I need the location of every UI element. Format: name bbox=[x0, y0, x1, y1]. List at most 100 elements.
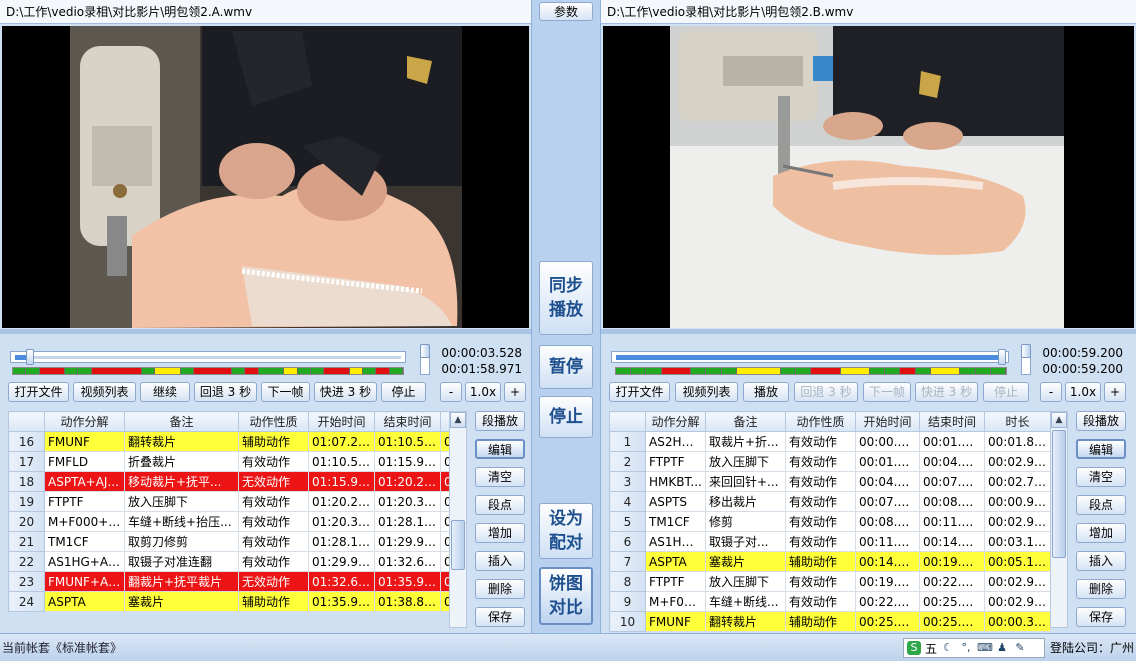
row-index[interactable]: 24 bbox=[8, 591, 45, 612]
row-index[interactable]: 22 bbox=[8, 551, 45, 572]
set-pair-button[interactable]: 设为 配对 bbox=[539, 503, 593, 559]
right-rewind-button[interactable]: 回退 3 秒 bbox=[794, 382, 858, 402]
scroll-thumb[interactable] bbox=[1052, 430, 1066, 558]
action-note[interactable]: 取剪刀修剪 bbox=[124, 531, 239, 552]
start-time[interactable]: 00:25.459 bbox=[855, 611, 920, 632]
left-next-frame-button[interactable]: 下一帧 bbox=[261, 382, 310, 402]
duration[interactable]: 00:01.853 bbox=[984, 431, 1051, 452]
end-time[interactable]: 01:10.511 bbox=[374, 431, 441, 452]
end-time[interactable]: 01:20.387 bbox=[374, 491, 441, 512]
row-index[interactable]: 20 bbox=[8, 511, 45, 532]
start-time[interactable]: 00:01.853 bbox=[855, 451, 920, 472]
action-note[interactable]: 放入压脚下 bbox=[705, 451, 786, 472]
row-index[interactable]: 21 bbox=[8, 531, 45, 552]
right-next-frame-button[interactable]: 下一帧 bbox=[863, 382, 911, 402]
start-time[interactable]: 01:20.387 bbox=[308, 511, 375, 532]
row-index[interactable]: 23 bbox=[8, 571, 45, 592]
end-time[interactable]: 00:19.595 bbox=[919, 551, 985, 572]
table-row[interactable]: 5 TM1CF 修剪 有效动作 00:08.420 00:11.332 00:02.912 bbox=[609, 511, 1051, 532]
action-note[interactable]: 车缝+断线... bbox=[705, 591, 786, 612]
duration[interactable]: 00:00.911 bbox=[984, 491, 1051, 512]
table-row[interactable]: 10 FMUNF 翻转裁片 辅助动作 00:25.459 00:25.821 00:00.3… bbox=[609, 611, 1051, 632]
left-segment-point-button[interactable]: 段点 bbox=[475, 495, 525, 515]
start-time[interactable]: 00:08.420 bbox=[855, 511, 920, 532]
action-note[interactable]: 取镊子对准连翻 bbox=[124, 551, 239, 572]
left-clear-button[interactable]: 清空 bbox=[475, 467, 525, 487]
left-delete-button[interactable]: 删除 bbox=[475, 579, 525, 599]
table-row[interactable]: 20 M+F000+A... 车缝+断线+抬压... 有效动作 01:20.387 01:… bbox=[8, 511, 450, 532]
start-time[interactable]: 00:07.509 bbox=[855, 491, 920, 512]
duration[interactable]: 00:00.362 bbox=[984, 611, 1051, 632]
table-row[interactable]: 3 HMKBT... 来回回针+... 有效动作 00:04.767 00:07.509 0… bbox=[609, 471, 1051, 492]
action-type[interactable]: 有效动作 bbox=[785, 451, 856, 472]
scroll-thumb[interactable] bbox=[451, 520, 465, 570]
right-edit-button[interactable]: 编辑 bbox=[1076, 439, 1126, 459]
right-delete-button[interactable]: 删除 bbox=[1076, 579, 1126, 599]
row-index[interactable]: 10 bbox=[609, 611, 646, 632]
end-time[interactable]: 00:25.459 bbox=[919, 591, 985, 612]
row-index[interactable]: 1 bbox=[609, 431, 646, 452]
right-open-file-button[interactable]: 打开文件 bbox=[609, 382, 670, 402]
table-row[interactable]: 2 FTPTF 放入压脚下 有效动作 00:01.853 00:04.767 00:02.9… bbox=[609, 451, 1051, 472]
end-time[interactable]: 01:32.662 bbox=[374, 551, 441, 572]
punctuation-icon[interactable]: °, bbox=[959, 641, 973, 655]
action-code[interactable]: ASPTS bbox=[645, 491, 706, 512]
action-note[interactable]: 取镊子对... bbox=[705, 531, 786, 552]
action-type[interactable]: 有效动作 bbox=[238, 551, 309, 572]
right-save-button[interactable]: 保存 bbox=[1076, 607, 1126, 627]
action-code[interactable]: FMUNF+AJ... bbox=[44, 571, 125, 592]
start-time[interactable]: 00:19.595 bbox=[855, 571, 920, 592]
table-row[interactable]: 16FMUNF翻转裁片辅助动作01:07.27901:10.51100 bbox=[8, 431, 450, 452]
action-code[interactable]: AS1HG+AS... bbox=[44, 551, 125, 572]
start-time[interactable]: 00:11.332 bbox=[855, 531, 920, 552]
params-button[interactable]: 参数 bbox=[539, 2, 593, 21]
right-segment-point-button[interactable]: 段点 bbox=[1076, 495, 1126, 515]
action-note[interactable]: 移出裁片 bbox=[705, 491, 786, 512]
action-code[interactable]: FMUNF bbox=[44, 431, 125, 452]
left-seek-slider[interactable] bbox=[10, 349, 406, 365]
right-action-table[interactable]: 动作分解 备注 动作性质 开始时间 结束时间 时长 1 AS2HG... 取裁片+折… bbox=[609, 411, 1051, 632]
start-time[interactable]: 01:35.970 bbox=[308, 591, 375, 612]
table-row[interactable]: 17FMFLD折叠裁片有效动作01:10.51101:15.95900 bbox=[8, 451, 450, 472]
action-type[interactable]: 有效动作 bbox=[238, 491, 309, 512]
left-speed-value[interactable]: 1.0x bbox=[465, 382, 501, 402]
duration[interactable]: 00:02.914 bbox=[984, 451, 1051, 472]
row-index[interactable]: 18 bbox=[8, 471, 45, 492]
action-type[interactable]: 有效动作 bbox=[238, 511, 309, 532]
scroll-up-icon[interactable]: ▲ bbox=[1051, 412, 1067, 428]
ime-toolbar[interactable]: S 五 ☾ °, ⌨ ♟ ✎ bbox=[903, 638, 1045, 658]
action-note[interactable]: 移动裁片+抚平... bbox=[124, 471, 239, 492]
action-note[interactable]: 翻裁片+抚平裁片 bbox=[124, 571, 239, 592]
left-col-end[interactable]: 结束时间 bbox=[374, 411, 441, 432]
left-col-action[interactable]: 动作分解 bbox=[44, 411, 125, 432]
start-time[interactable]: 01:32.662 bbox=[308, 571, 375, 592]
action-code[interactable]: TM1CF bbox=[44, 531, 125, 552]
left-col-type[interactable]: 动作性质 bbox=[238, 411, 309, 432]
action-code[interactable]: FTPTF bbox=[44, 491, 125, 512]
duration[interactable]: 00:03.152 bbox=[984, 531, 1051, 552]
end-time[interactable]: 00:08.420 bbox=[919, 491, 985, 512]
left-add-button[interactable]: 增加 bbox=[475, 523, 525, 543]
wrench-icon[interactable]: ✎ bbox=[1013, 641, 1027, 655]
end-time[interactable]: 00:25.821 bbox=[919, 611, 985, 632]
action-type[interactable]: 有效动作 bbox=[785, 491, 856, 512]
action-code[interactable]: ASPTA+AJ... bbox=[44, 471, 125, 492]
row-index[interactable]: 7 bbox=[609, 551, 646, 572]
table-row[interactable]: 9 M+F00... 车缝+断线... 有效动作 00:22.523 00:25.459 0… bbox=[609, 591, 1051, 612]
duration[interactable]: 00:02.742 bbox=[984, 471, 1051, 492]
end-time[interactable]: 00:14.484 bbox=[919, 531, 985, 552]
right-segment-play-button[interactable]: 段播放 bbox=[1076, 411, 1126, 431]
sync-play-button[interactable]: 同步 播放 bbox=[539, 261, 593, 335]
action-code[interactable]: FMUNF bbox=[645, 611, 706, 632]
left-save-button[interactable]: 保存 bbox=[475, 607, 525, 627]
right-col-type[interactable]: 动作性质 bbox=[785, 411, 856, 432]
action-type[interactable]: 有效动作 bbox=[785, 431, 856, 452]
row-index[interactable]: 9 bbox=[609, 591, 646, 612]
start-time[interactable]: 00:22.523 bbox=[855, 591, 920, 612]
right-stop-button[interactable]: 停止 bbox=[983, 382, 1029, 402]
action-note[interactable]: 修剪 bbox=[705, 511, 786, 532]
left-video-list-button[interactable]: 视频列表 bbox=[73, 382, 136, 402]
action-note[interactable]: 取裁片+折... bbox=[705, 431, 786, 452]
row-index[interactable]: 2 bbox=[609, 451, 646, 472]
end-time[interactable]: 00:11.332 bbox=[919, 511, 985, 532]
